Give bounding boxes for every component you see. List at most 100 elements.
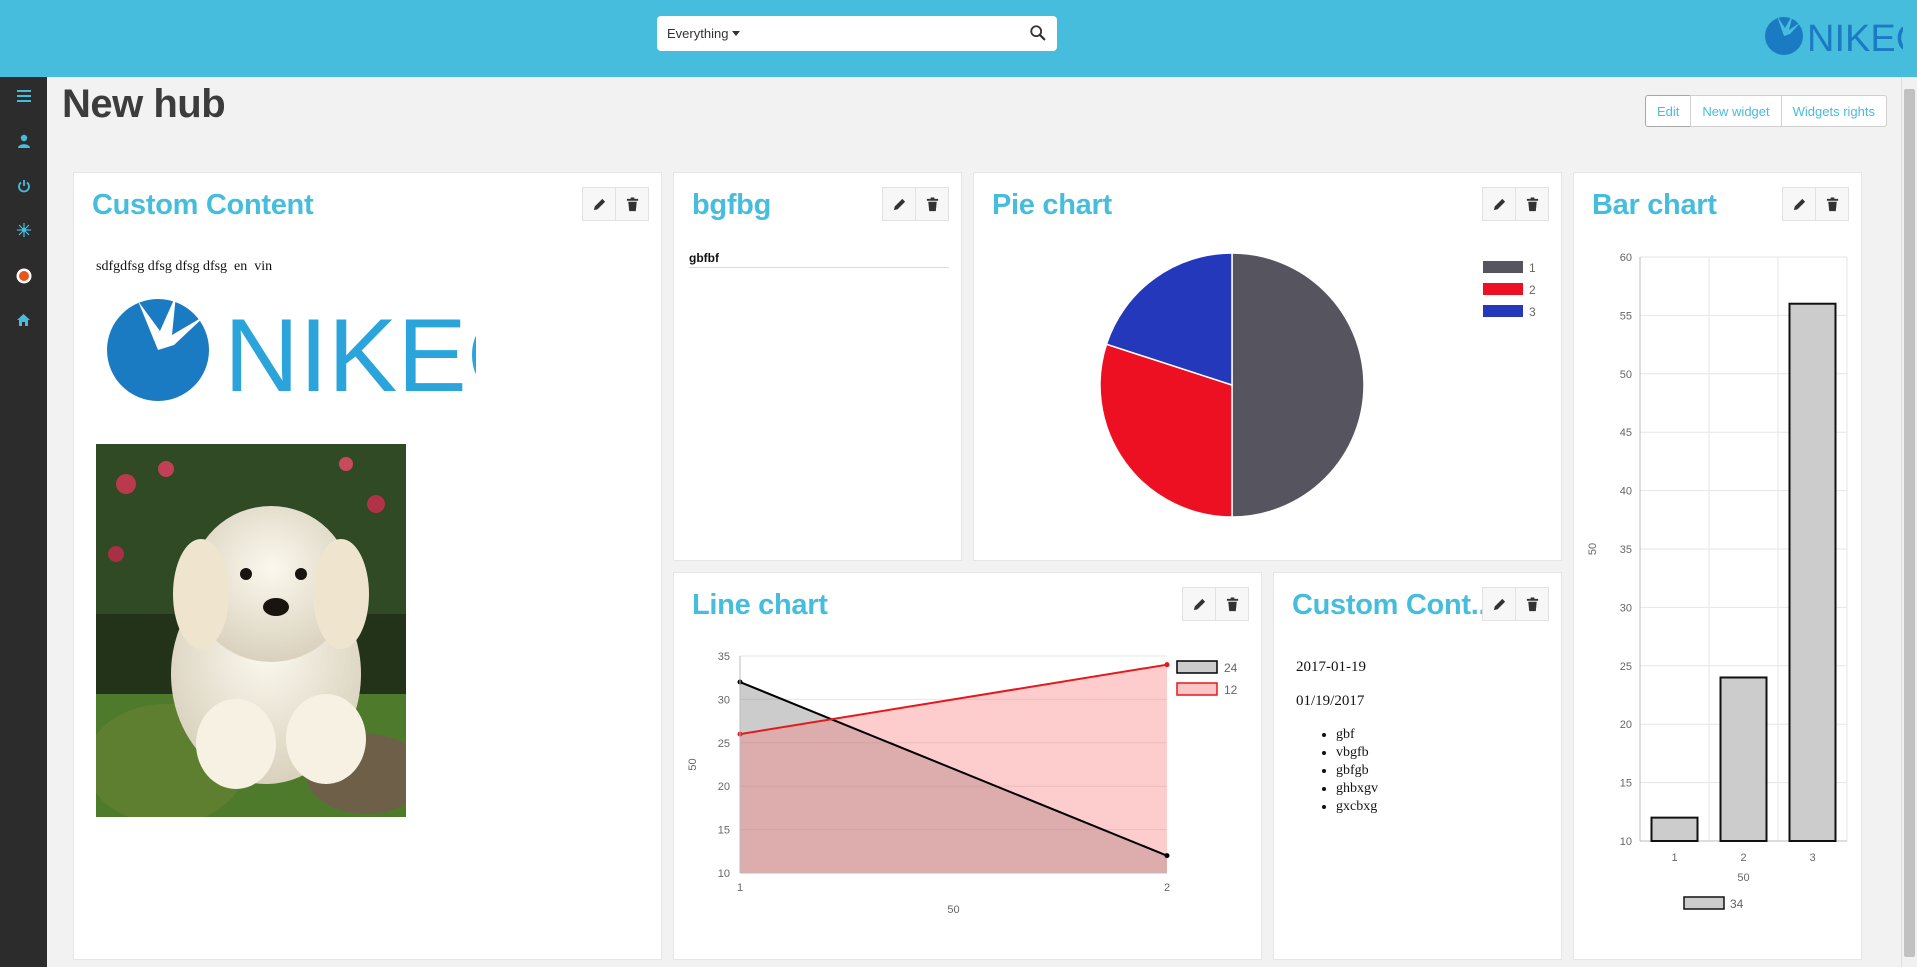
widget-bgfbg: bgfbg gbfbf xyxy=(673,172,962,561)
pencil-icon xyxy=(893,198,905,210)
pie-chart: 1 2 3 xyxy=(1099,252,1536,518)
y-tick-label: 25 xyxy=(1620,661,1632,673)
record-icon xyxy=(16,268,31,284)
sidebar-item-user[interactable] xyxy=(0,126,47,156)
edit-widget-button[interactable] xyxy=(882,187,916,221)
x-tick-label: 1 xyxy=(1671,852,1677,864)
nikec-logo-text: NIKEC xyxy=(224,298,476,401)
y-tick-label: 55 xyxy=(1620,310,1632,322)
list-item: gxcbxg xyxy=(1336,798,1378,816)
y-tick-label: 25 xyxy=(718,738,730,750)
nikec-logo-image: NIKEC xyxy=(107,295,476,401)
edit-widget-button[interactable] xyxy=(1482,587,1516,621)
bar-chart: 10 15 20 25 30 35 40 45 50 55 60 1 2 3 50 50 34 xyxy=(1587,252,1848,911)
sidebar-item-network[interactable] xyxy=(0,215,47,245)
puppy-image xyxy=(96,444,406,817)
sidebar-item-power[interactable] xyxy=(0,171,47,201)
brand-logo-text: NIKEC xyxy=(1807,18,1903,58)
delete-widget-button[interactable] xyxy=(915,187,949,221)
legend-label: 3 xyxy=(1529,305,1536,319)
page-scrollbar[interactable] xyxy=(1901,77,1917,967)
y-tick-label: 20 xyxy=(718,781,730,793)
y-tick-label: 10 xyxy=(1620,836,1632,848)
legend-swatch xyxy=(1176,660,1218,674)
legend-swatch xyxy=(1483,305,1523,317)
scrollbar-thumb[interactable] xyxy=(1904,89,1915,957)
list-item[interactable]: gbfbf xyxy=(689,251,949,268)
legend-swatch xyxy=(1483,283,1523,295)
x-tick-label: 1 xyxy=(737,882,743,894)
legend-label: 12 xyxy=(1224,683,1238,697)
y-tick-label: 10 xyxy=(718,868,730,880)
widget-custom-content: Custom Content sdfgdfsg dfsg dfsg dfsg e… xyxy=(73,172,662,960)
y-tick-label: 30 xyxy=(1620,602,1632,614)
bar xyxy=(1650,816,1699,843)
widget-line-chart: Line chart 10 15 20 25 30 35 1 2 50 50 24 12 xyxy=(673,572,1262,960)
menu-icon xyxy=(16,90,31,102)
new-widget-button[interactable]: New widget xyxy=(1690,95,1782,127)
widget-custom-content-2: Custom Cont... 2017-01-19 01/19/2017 gbf… xyxy=(1273,572,1562,960)
brand-logo[interactable]: NIKEC xyxy=(1763,12,1903,58)
trash-icon xyxy=(626,196,638,211)
legend-label: 24 xyxy=(1224,661,1238,675)
sidebar xyxy=(0,77,47,967)
search-icon[interactable] xyxy=(1029,24,1047,42)
y-tick-label: 15 xyxy=(718,825,730,837)
pie-slice xyxy=(1231,252,1365,518)
page-actions: Edit New widget Widgets rights xyxy=(1645,95,1887,127)
trash-icon xyxy=(1526,596,1538,611)
edit-button[interactable]: Edit xyxy=(1645,95,1692,127)
x-tick-label: 2 xyxy=(1740,852,1746,864)
network-icon xyxy=(16,223,31,237)
y-tick-label: 50 xyxy=(1620,369,1632,381)
y-axis-label: 50 xyxy=(687,758,699,770)
trash-icon xyxy=(926,196,938,211)
widgets-rights-button[interactable]: Widgets rights xyxy=(1780,95,1887,127)
legend-swatch xyxy=(1683,896,1725,910)
sidebar-item-menu[interactable] xyxy=(0,81,47,111)
data-point xyxy=(1164,853,1170,859)
power-icon xyxy=(17,180,30,193)
delete-widget-button[interactable] xyxy=(1515,587,1549,621)
y-tick-label: 60 xyxy=(1620,252,1632,264)
y-tick-label: 35 xyxy=(718,651,730,663)
edit-widget-button[interactable] xyxy=(582,187,616,221)
legend-swatch xyxy=(1483,261,1523,273)
page-title: New hub xyxy=(62,82,226,126)
bullet-list: gbf vbgfb gbfgb ghbxgv gxcbxg xyxy=(1336,726,1378,816)
widget-title: bgfbg xyxy=(692,189,772,221)
date-iso: 2017-01-19 xyxy=(1296,659,1366,675)
sidebar-item-record[interactable] xyxy=(0,261,47,291)
y-tick-label: 45 xyxy=(1620,427,1632,439)
top-bar: Everything NIKEC xyxy=(0,0,1917,77)
y-axis-label: 50 xyxy=(1587,543,1599,555)
data-point xyxy=(1164,662,1170,668)
caret-down-icon xyxy=(732,31,741,36)
y-tick-label: 40 xyxy=(1620,486,1632,498)
search-box[interactable]: Everything xyxy=(657,16,1057,51)
widget-title: Custom Content xyxy=(92,189,314,221)
x-tick-label: 3 xyxy=(1809,852,1815,864)
list-item: ghbxgv xyxy=(1336,780,1378,798)
delete-widget-button[interactable] xyxy=(615,187,649,221)
y-tick-label: 30 xyxy=(718,694,730,706)
pencil-icon xyxy=(1493,598,1505,610)
user-icon xyxy=(17,134,30,148)
search-scope-dropdown[interactable]: Everything xyxy=(657,26,741,41)
sidebar-item-home[interactable] xyxy=(0,305,47,335)
list-item: gbf xyxy=(1336,726,1378,744)
x-axis-label: 50 xyxy=(947,904,959,916)
y-tick-label: 15 xyxy=(1620,778,1632,790)
widget-pie-chart: Pie chart 123 xyxy=(973,172,1562,561)
pencil-icon xyxy=(593,198,605,210)
list-item: gbfgb xyxy=(1336,762,1378,780)
legend-label: 1 xyxy=(1529,261,1536,275)
list-item: vbgfb xyxy=(1336,744,1378,762)
home-icon xyxy=(17,314,30,326)
line-chart: 1015202530351 250502412 xyxy=(687,651,1238,916)
x-axis-label: 50 xyxy=(1737,872,1749,884)
legend-swatch xyxy=(1176,682,1218,696)
custom-text: sdfgdfsg dfsg dfsg dfsg en vin xyxy=(96,259,273,274)
bar xyxy=(1788,302,1837,843)
legend-label: 34 xyxy=(1730,897,1744,911)
